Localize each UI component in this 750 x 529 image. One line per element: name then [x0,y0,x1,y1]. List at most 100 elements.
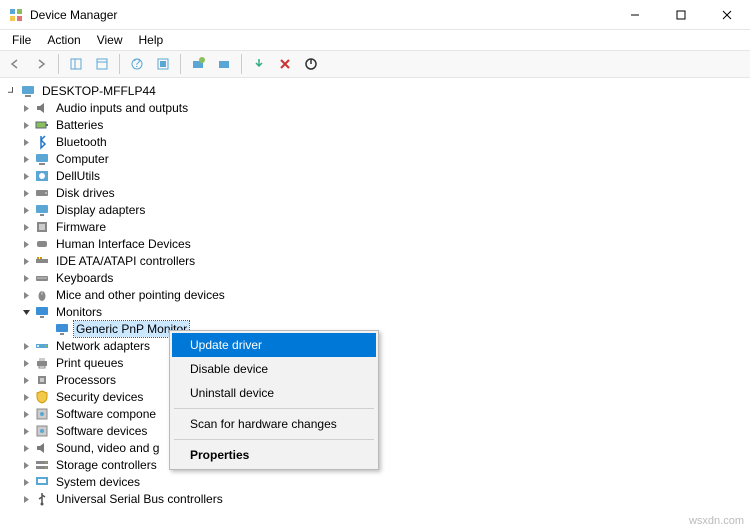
mouse-icon [34,287,50,303]
tree-item[interactable]: Universal Serial Bus controllers [2,491,748,507]
expand-icon[interactable] [20,221,32,233]
hid-icon [34,236,50,252]
tree-item[interactable]: Audio inputs and outputs [2,100,748,116]
tree-item[interactable]: DellUtils [2,168,748,184]
menu-update-driver[interactable]: Update driver [172,333,376,357]
computer-icon [20,83,36,99]
expand-icon[interactable] [20,459,32,471]
menu-disable-device[interactable]: Disable device [172,357,376,381]
tree-item[interactable]: Disk drives [2,185,748,201]
expand-icon[interactable] [20,119,32,131]
tree-item-label: Software devices [54,423,149,439]
tree-item-label: Bluetooth [54,134,109,150]
toolbar-sep [119,54,120,74]
help-button[interactable]: ? [126,53,148,75]
tree-item[interactable]: Human Interface Devices [2,236,748,252]
computer-icon [34,151,50,167]
expand-icon[interactable] [20,102,32,114]
toolbar-sep [58,54,59,74]
disable-device-button[interactable] [300,53,322,75]
expand-icon[interactable] [20,255,32,267]
menu-scan-hardware[interactable]: Scan for hardware changes [172,412,376,436]
toolbar-sep [241,54,242,74]
tree-item[interactable]: Computer [2,151,748,167]
minimize-button[interactable] [612,0,658,30]
menu-properties[interactable]: Properties [172,443,376,467]
menu-view[interactable]: View [89,31,131,49]
menu-help[interactable]: Help [131,31,172,49]
expand-icon[interactable] [20,442,32,454]
menu-file[interactable]: File [4,31,39,49]
tree-item-label: Firmware [54,219,108,235]
tree-item[interactable]: IDE ATA/ATAPI controllers [2,253,748,269]
system-icon [34,474,50,490]
tree-item-label: Security devices [54,389,145,405]
tree-item[interactable]: Bluetooth [2,134,748,150]
expand-icon[interactable] [20,272,32,284]
update-driver-button[interactable] [248,53,270,75]
tree-item[interactable]: Keyboards [2,270,748,286]
printer-icon [34,355,50,371]
add-hardware-button[interactable] [213,53,235,75]
expand-icon[interactable] [20,476,32,488]
expand-icon[interactable] [20,153,32,165]
svg-text:?: ? [134,57,141,70]
action-button[interactable] [152,53,174,75]
menu-sep [174,408,374,409]
uninstall-device-button[interactable] [274,53,296,75]
expand-icon[interactable] [20,340,32,352]
expand-icon[interactable] [20,357,32,369]
tree-item[interactable]: System devices [2,474,748,490]
ide-icon [34,253,50,269]
software-icon [34,406,50,422]
expand-icon[interactable] [20,238,32,250]
expand-icon[interactable] [20,187,32,199]
show-hide-console-tree-button[interactable] [65,53,87,75]
expand-icon[interactable] [20,374,32,386]
tree-item[interactable]: Batteries [2,117,748,133]
tree-item-label: Processors [54,372,118,388]
back-button[interactable] [4,53,26,75]
scan-hardware-button[interactable] [187,53,209,75]
tree-item[interactable]: Display adapters [2,202,748,218]
menu-uninstall-device[interactable]: Uninstall device [172,381,376,405]
monitor-icon [34,304,50,320]
menu-action[interactable]: Action [39,31,88,49]
tree-item-label: Sound, video and g [54,440,161,456]
tree-item-label: System devices [54,474,142,490]
window-title: Device Manager [30,8,612,22]
dell-icon [34,168,50,184]
expand-icon[interactable] [20,493,32,505]
expand-icon[interactable] [20,136,32,148]
collapse-icon[interactable] [20,306,32,318]
tree-item[interactable]: Mice and other pointing devices [2,287,748,303]
disk-icon [34,185,50,201]
menu-sep [174,439,374,440]
expand-icon[interactable] [20,170,32,182]
monitor-icon [54,321,70,337]
tree-item-label: Network adapters [54,338,152,354]
tree-item[interactable]: Firmware [2,219,748,235]
security-icon [34,389,50,405]
maximize-button[interactable] [658,0,704,30]
tree-item-label: Mice and other pointing devices [54,287,227,303]
watermark: wsxdn.com [689,515,744,527]
expand-icon[interactable] [20,408,32,420]
expand-icon[interactable] [20,289,32,301]
tree-item-label: IDE ATA/ATAPI controllers [54,253,197,269]
toolbar: ? [0,50,750,78]
cpu-icon [34,372,50,388]
properties-button[interactable] [91,53,113,75]
tree-root-label: DESKTOP-MFFLP44 [40,83,158,99]
expand-icon[interactable] [20,425,32,437]
expand-icon[interactable] [20,204,32,216]
tree-root[interactable]: DESKTOP-MFFLP44 [2,83,748,99]
close-button[interactable] [704,0,750,30]
expand-icon[interactable] [20,391,32,403]
tree-item[interactable]: Monitors [2,304,748,320]
tree-item-label: Universal Serial Bus controllers [54,491,225,507]
forward-button[interactable] [30,53,52,75]
network-icon [34,338,50,354]
tree-item-label: DellUtils [54,168,102,184]
collapse-icon[interactable] [6,85,18,97]
